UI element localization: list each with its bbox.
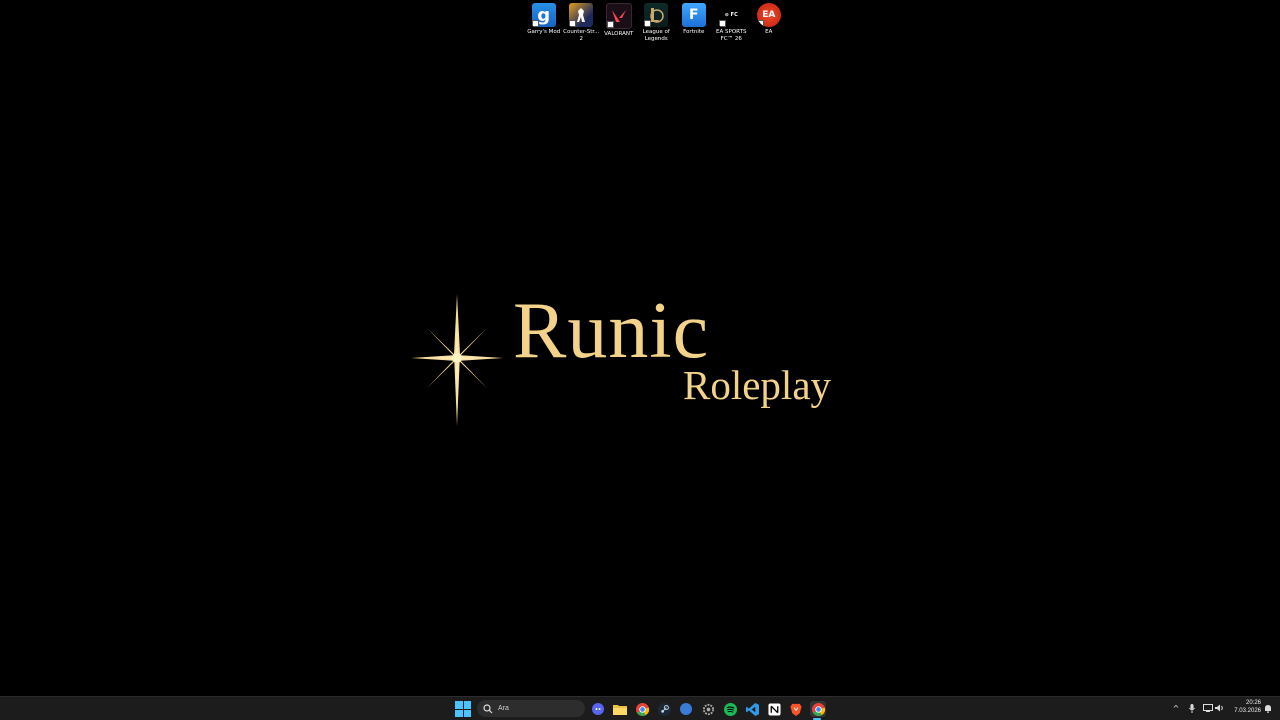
- chrome-active-icon: [811, 702, 825, 716]
- app-blue-icon: [680, 703, 692, 715]
- shortcut-arrow-icon: [531, 20, 539, 27]
- vscode-icon: [745, 702, 759, 716]
- shortcut-arrow-icon: [606, 21, 614, 28]
- windows-logo-pane: [455, 701, 463, 709]
- desktop-icon-garrys-mod[interactable]: g Garry's Mod: [525, 3, 563, 43]
- windows-logo-pane: [463, 709, 471, 717]
- windows-logo-pane: [463, 701, 471, 709]
- garrys-mod-icon: g: [531, 3, 556, 27]
- taskbar-discord[interactable]: [590, 701, 606, 717]
- clock-time: 20:26: [1245, 700, 1261, 706]
- desktop-icon-counter-strike[interactable]: Counter-Str... 2: [563, 3, 601, 43]
- taskbar: Ara ^ 20:26 7.03.2026: [0, 696, 1280, 720]
- shortcut-arrow-icon: [719, 20, 727, 27]
- wallpaper-title: Runic: [513, 287, 710, 375]
- league-of-legends-icon: [644, 3, 669, 27]
- taskbar-steam[interactable]: [656, 701, 672, 717]
- desktop-icon-league-of-legends[interactable]: League of Legends: [638, 3, 676, 43]
- fortnite-glyph: F: [688, 7, 699, 23]
- shortcut-arrow-icon: [756, 20, 764, 27]
- bell-glyph-icon: [1265, 704, 1271, 713]
- desktop-icon-valorant[interactable]: VALORANT: [600, 3, 638, 43]
- wallpaper-subtitle: Roleplay: [683, 362, 832, 408]
- desktop-icon-label: League of Legends: [642, 29, 670, 42]
- taskbar-settings[interactable]: [700, 701, 716, 717]
- desktop: g Garry's Mod Counter-Str... 2 VALORANT …: [0, 0, 1280, 696]
- desktop-icon-ea[interactable]: EA EA: [750, 3, 788, 43]
- windows-logo-pane: [455, 709, 463, 717]
- desktop-icon-fortnite[interactable]: F Fortnite: [675, 3, 713, 43]
- desktop-icon-label: Fortnite: [683, 29, 705, 35]
- file-explorer-icon: [613, 705, 627, 715]
- taskbar-file-explorer[interactable]: [612, 701, 628, 717]
- ea-sports-fc-glyph: ⊙ FC: [724, 12, 738, 18]
- garrys-mod-glyph: g: [537, 4, 551, 26]
- discord-face-icon: [595, 708, 601, 710]
- desktop-icon-label: Counter-Str... 2: [563, 29, 600, 42]
- microphone-glyph-icon: [1189, 703, 1195, 713]
- taskbar-clock[interactable]: 20:26 7.03.2026: [1227, 699, 1261, 715]
- desktop-icon-label: EA: [765, 29, 773, 35]
- taskbar-spotify[interactable]: [722, 701, 738, 717]
- search-icon: [483, 703, 493, 713]
- wallpaper-logo: Runic Roleplay: [405, 287, 865, 435]
- monitor-network-icon: [1203, 704, 1213, 712]
- counter-strike-icon: [569, 3, 594, 27]
- desktop-icon-label: Garry's Mod: [527, 29, 561, 35]
- notion-icon: [767, 702, 781, 716]
- tray-overflow-chevron-icon[interactable]: ^: [1170, 702, 1182, 714]
- notification-bell-icon[interactable]: [1262, 702, 1274, 714]
- settings-gear-icon: [702, 703, 714, 715]
- ea-icon: EA: [756, 3, 781, 27]
- desktop-icon-label: EA SPORTS FC™ 26: [716, 29, 747, 42]
- desktop-icon-row: g Garry's Mod Counter-Str... 2 VALORANT …: [525, 3, 788, 43]
- microphone-icon[interactable]: [1186, 702, 1198, 714]
- desktop-icon-label: VALORANT: [604, 31, 634, 37]
- shortcut-arrow-icon: [569, 20, 577, 27]
- discord-icon: [592, 703, 604, 715]
- search-placeholder: Ara: [498, 705, 509, 712]
- spotify-icon: [723, 702, 737, 716]
- brave-icon: [790, 703, 802, 716]
- fortnite-icon: F: [681, 3, 706, 27]
- network-icon[interactable]: [1202, 702, 1214, 714]
- taskbar-app-blue[interactable]: [678, 701, 694, 717]
- desktop-icon-ea-sports-fc[interactable]: ⊙ FC EA SPORTS FC™ 26: [713, 3, 751, 43]
- speaker-icon: [1215, 704, 1223, 712]
- taskbar-vscode[interactable]: [744, 701, 760, 717]
- shortcut-arrow-icon: [644, 20, 652, 27]
- valorant-icon: [605, 3, 632, 29]
- taskbar-chrome[interactable]: [634, 701, 650, 717]
- taskbar-search-box[interactable]: Ara: [477, 700, 585, 717]
- ea-sports-fc-icon: ⊙ FC: [719, 3, 744, 27]
- ea-glyph: EA: [762, 10, 776, 20]
- taskbar-chrome-active[interactable]: [810, 701, 826, 717]
- taskbar-brave[interactable]: [788, 701, 804, 717]
- volume-icon[interactable]: [1214, 702, 1226, 714]
- taskbar-notion[interactable]: [766, 701, 782, 717]
- clock-date: 7.03.2026: [1234, 708, 1261, 714]
- steam-icon: [657, 702, 671, 716]
- chrome-icon: [635, 702, 649, 716]
- eight-point-star-icon: [411, 294, 503, 426]
- start-button[interactable]: [455, 701, 471, 717]
